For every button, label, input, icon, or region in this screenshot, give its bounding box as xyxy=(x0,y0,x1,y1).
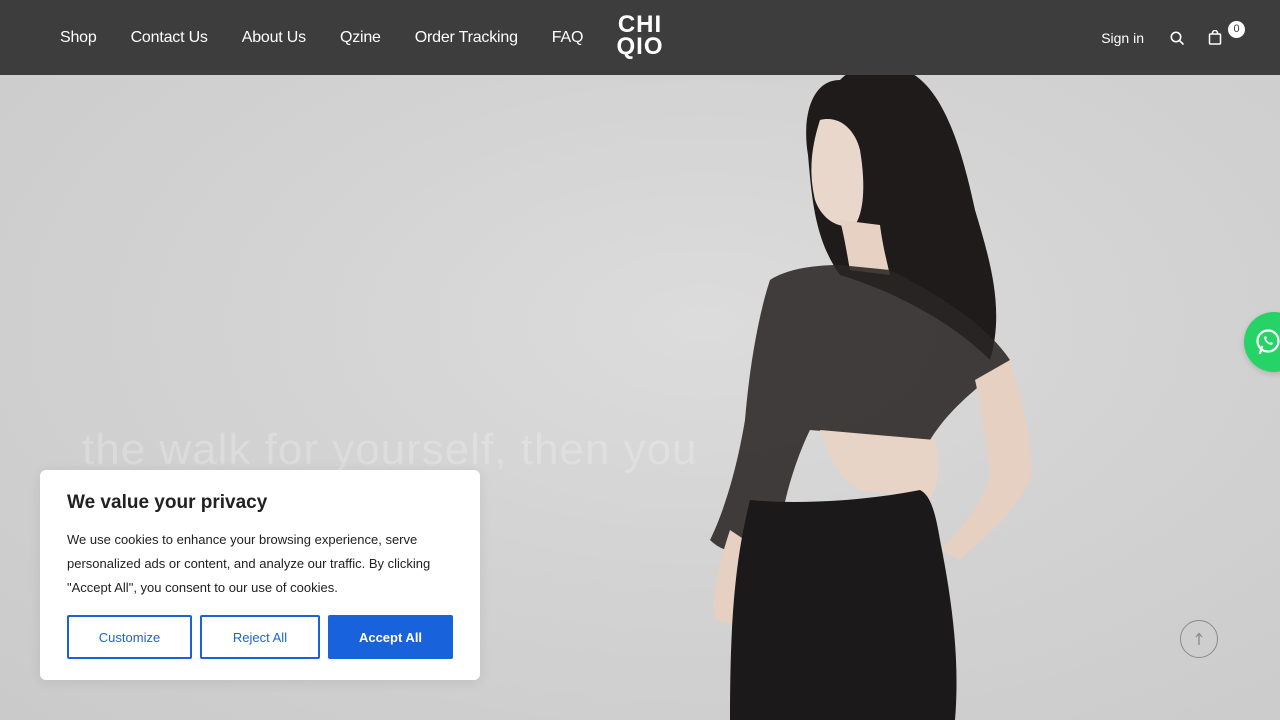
whatsapp-icon xyxy=(1256,329,1280,355)
nav-item-qzine[interactable]: Qzine xyxy=(340,29,381,47)
cookie-description: We use cookies to enhance your browsing … xyxy=(67,532,431,595)
hero-model-image xyxy=(710,64,1032,720)
customize-button[interactable]: Customize xyxy=(67,615,192,659)
cookie-actions: Customize Reject All Accept All xyxy=(67,615,453,659)
hero-tagline: the walk for yourself, then you xyxy=(82,425,698,474)
header-actions: Sign in 0 xyxy=(1101,0,1245,75)
sign-in-link[interactable]: Sign in xyxy=(1101,30,1144,46)
logo-line-2: QIO xyxy=(616,33,664,60)
search-icon[interactable] xyxy=(1170,31,1184,45)
scroll-to-top-button[interactable] xyxy=(1180,620,1218,658)
site-header: Shop Contact Us About Us Qzine Order Tra… xyxy=(0,0,1280,75)
accept-all-button[interactable]: Accept All xyxy=(328,615,453,659)
reject-all-button[interactable]: Reject All xyxy=(200,615,320,659)
nav-item-order-tracking[interactable]: Order Tracking xyxy=(415,29,518,47)
cart-icon xyxy=(1208,30,1222,45)
arrow-up-icon xyxy=(1195,632,1203,645)
nav-item-shop[interactable]: Shop xyxy=(60,29,97,47)
cart-count-badge: 0 xyxy=(1228,21,1245,38)
cart-button[interactable]: 0 xyxy=(1208,21,1245,45)
nav-item-contact-us[interactable]: Contact Us xyxy=(131,29,208,47)
nav-item-faq[interactable]: FAQ xyxy=(552,29,584,47)
brand-logo[interactable]: CHI QIO xyxy=(612,13,668,62)
nav-item-about-us[interactable]: About Us xyxy=(242,29,306,47)
cookie-title: We value your privacy xyxy=(67,492,268,513)
main-nav: Shop Contact Us About Us Qzine Order Tra… xyxy=(60,0,617,75)
cookie-consent-banner: We value your privacy We use cookies to … xyxy=(40,470,480,680)
